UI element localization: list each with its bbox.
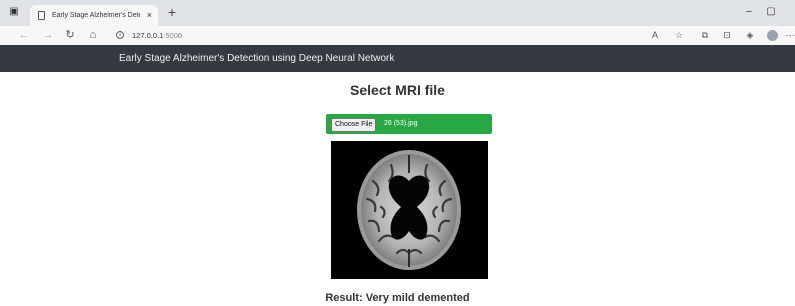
extensions-icon[interactable]: ⊡ — [720, 28, 734, 42]
url-port: :5000 — [163, 31, 183, 40]
browser-tab-strip: ▣ Early Stage Alzheimer's Detectio × + –… — [0, 0, 795, 26]
read-aloud-icon[interactable]: A — [648, 28, 662, 42]
app-navbar: Early Stage Alzheimer's Detection using … — [0, 45, 795, 72]
home-icon[interactable]: ⌂ — [85, 27, 101, 43]
more-menu-icon[interactable]: ··· — [783, 28, 795, 42]
restore-icon[interactable]: ▢ — [764, 5, 778, 19]
navbar-brand[interactable]: Early Stage Alzheimer's Detection using … — [119, 45, 394, 72]
prediction-result: Result: Very mild demented — [325, 292, 470, 304]
collections-icon[interactable]: ⧉ — [698, 28, 712, 42]
mri-preview-image — [331, 141, 488, 279]
site-info-icon[interactable]: i — [116, 31, 124, 39]
choose-file-button[interactable]: Choose File — [331, 118, 377, 132]
back-icon[interactable]: ← — [16, 27, 32, 43]
page-title: Select MRI file — [350, 82, 445, 98]
brain-scan-graphic — [331, 141, 488, 279]
minimize-icon[interactable]: – — [742, 5, 756, 19]
favorite-star-icon[interactable]: ☆ — [672, 28, 686, 42]
browser-essentials-icon[interactable]: ◈ — [743, 28, 757, 42]
close-tab-icon[interactable]: × — [147, 5, 152, 26]
forward-icon[interactable]: → — [40, 27, 56, 43]
profile-avatar-icon[interactable] — [767, 30, 778, 41]
browser-toolbar: ← → ↻ ⌂ i 127.0.0.1:5000 A ☆ ⧉ ⊡ ◈ ··· — [0, 26, 795, 45]
tab-actions-icon[interactable]: ▣ — [7, 5, 21, 19]
refresh-icon[interactable]: ↻ — [62, 27, 78, 43]
file-upload-bar[interactable]: Choose File 26 (53).jpg — [326, 114, 492, 134]
address-bar[interactable]: 127.0.0.1:5000 — [132, 26, 182, 45]
page-icon — [38, 11, 45, 20]
new-tab-button[interactable]: + — [164, 4, 180, 20]
url-host: 127.0.0.1 — [132, 31, 164, 40]
selected-file-name: 26 (53).jpg — [384, 120, 418, 127]
browser-tab[interactable]: Early Stage Alzheimer's Detectio × — [30, 5, 158, 26]
tab-title: Early Stage Alzheimer's Detectio — [52, 12, 140, 19]
